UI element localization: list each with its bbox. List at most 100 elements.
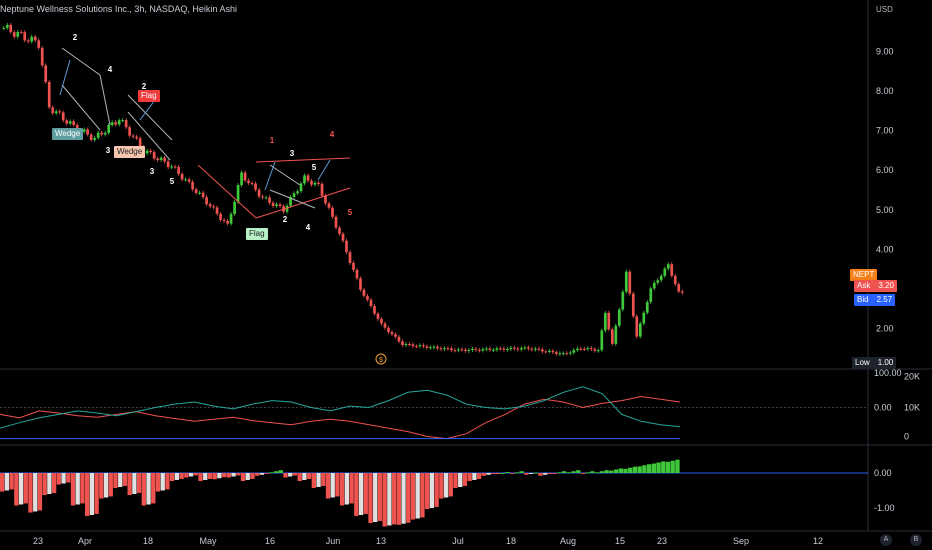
hist-bar bbox=[566, 472, 571, 474]
candle-body bbox=[222, 219, 226, 222]
hist-bar bbox=[127, 473, 132, 496]
candle-body bbox=[173, 166, 177, 168]
candle-body bbox=[415, 346, 418, 348]
hist-bar bbox=[70, 473, 76, 506]
hist-bar bbox=[543, 473, 548, 475]
hist-bar bbox=[14, 473, 19, 506]
hist-bar bbox=[108, 473, 113, 497]
hist-bar bbox=[292, 473, 298, 476]
hist-bar bbox=[576, 470, 581, 473]
wave-label: 4 bbox=[330, 130, 335, 139]
flag-line bbox=[255, 157, 351, 163]
candle-body bbox=[436, 346, 439, 349]
candle-body bbox=[645, 302, 649, 313]
candle-body bbox=[198, 192, 201, 194]
hist-bar bbox=[363, 473, 368, 514]
candle-body bbox=[680, 291, 684, 293]
candle-body bbox=[187, 179, 191, 182]
candle-body bbox=[135, 136, 138, 139]
price-tag-value: 3.20 bbox=[878, 281, 894, 290]
hist-bar bbox=[264, 473, 269, 474]
candle-body bbox=[425, 346, 429, 348]
candle-body bbox=[586, 348, 590, 350]
candle-body bbox=[19, 31, 23, 33]
candle-body bbox=[159, 157, 163, 161]
candle-body bbox=[271, 202, 275, 206]
candle-body bbox=[310, 180, 313, 185]
hist-bar bbox=[146, 473, 151, 505]
hist-bar bbox=[571, 471, 576, 473]
candle-body bbox=[418, 345, 422, 347]
hist-bar bbox=[557, 472, 562, 474]
candle-body bbox=[338, 227, 341, 234]
candle-body bbox=[467, 349, 471, 351]
price-tag-ask: Ask 3.20 bbox=[854, 280, 897, 292]
candle-body bbox=[659, 275, 663, 281]
hist-bar bbox=[613, 469, 619, 473]
hist-bar bbox=[510, 473, 515, 474]
candle-body bbox=[478, 349, 481, 351]
hist-bar bbox=[651, 463, 656, 473]
wave-label: 1 bbox=[270, 136, 275, 145]
hist-bar bbox=[599, 471, 605, 473]
hist-bar bbox=[368, 473, 373, 524]
candle-body bbox=[502, 348, 506, 350]
candle-body bbox=[184, 179, 187, 181]
candle-body bbox=[579, 348, 583, 350]
momentum-histogram: 0.00 -1.00 bbox=[0, 459, 895, 527]
hist-bar bbox=[103, 473, 109, 498]
hist-bar bbox=[590, 471, 595, 473]
hist-bar bbox=[99, 473, 104, 499]
osc-right-tick-label: 10K bbox=[904, 403, 920, 413]
hist-bar bbox=[80, 473, 85, 504]
wave-line bbox=[317, 159, 331, 181]
hist-bar bbox=[240, 473, 246, 482]
chart-canvas[interactable]: 24352431354245$ 100.000.0020K10K0 0.00-1… bbox=[0, 0, 932, 550]
candle-body bbox=[327, 203, 331, 208]
log-scale-button[interactable]: B bbox=[910, 534, 922, 546]
hist-bar bbox=[358, 473, 364, 515]
hist-bar bbox=[188, 473, 194, 477]
hist-bar bbox=[330, 473, 335, 498]
candle-body bbox=[617, 309, 621, 326]
hist-bar bbox=[51, 473, 57, 493]
hist-bar bbox=[325, 473, 331, 499]
time-tick-label: 18 bbox=[506, 536, 516, 546]
hist-bar bbox=[552, 473, 557, 474]
candle-body bbox=[565, 353, 569, 355]
hist-bar bbox=[462, 473, 468, 486]
candle-body bbox=[460, 349, 464, 351]
candle-body bbox=[600, 330, 604, 351]
candle-body bbox=[439, 348, 443, 350]
hist-bar bbox=[448, 473, 453, 497]
candle-body bbox=[292, 193, 296, 197]
candle-body bbox=[215, 207, 219, 214]
wave-line bbox=[59, 59, 71, 96]
hist-bar bbox=[476, 473, 482, 479]
candle-body bbox=[394, 334, 397, 337]
candle-body bbox=[429, 347, 432, 349]
price-tag-low: Low 1.00 bbox=[852, 357, 897, 369]
hist-bar bbox=[0, 473, 5, 492]
candle-body bbox=[534, 348, 537, 350]
hist-bar bbox=[198, 473, 203, 482]
hist-bar bbox=[221, 473, 227, 478]
hist-bar bbox=[236, 473, 241, 476]
hist-bar bbox=[136, 473, 142, 493]
price-tick-label: 5.00 bbox=[876, 205, 894, 215]
auto-scale-button[interactable]: A bbox=[880, 534, 892, 546]
candle-body bbox=[103, 132, 107, 135]
candle-body bbox=[149, 150, 152, 153]
candle-body bbox=[212, 206, 215, 208]
hist-bar bbox=[278, 470, 283, 473]
hist-bar bbox=[656, 462, 661, 473]
candle-body bbox=[324, 195, 327, 204]
candle-body bbox=[446, 348, 450, 350]
candle-body bbox=[523, 347, 527, 349]
candle-body bbox=[275, 204, 278, 206]
hist-bar bbox=[23, 473, 28, 504]
hist-bar bbox=[316, 473, 321, 487]
candle-body bbox=[593, 349, 597, 351]
candle-body bbox=[352, 262, 355, 270]
hist-bar bbox=[500, 473, 505, 474]
